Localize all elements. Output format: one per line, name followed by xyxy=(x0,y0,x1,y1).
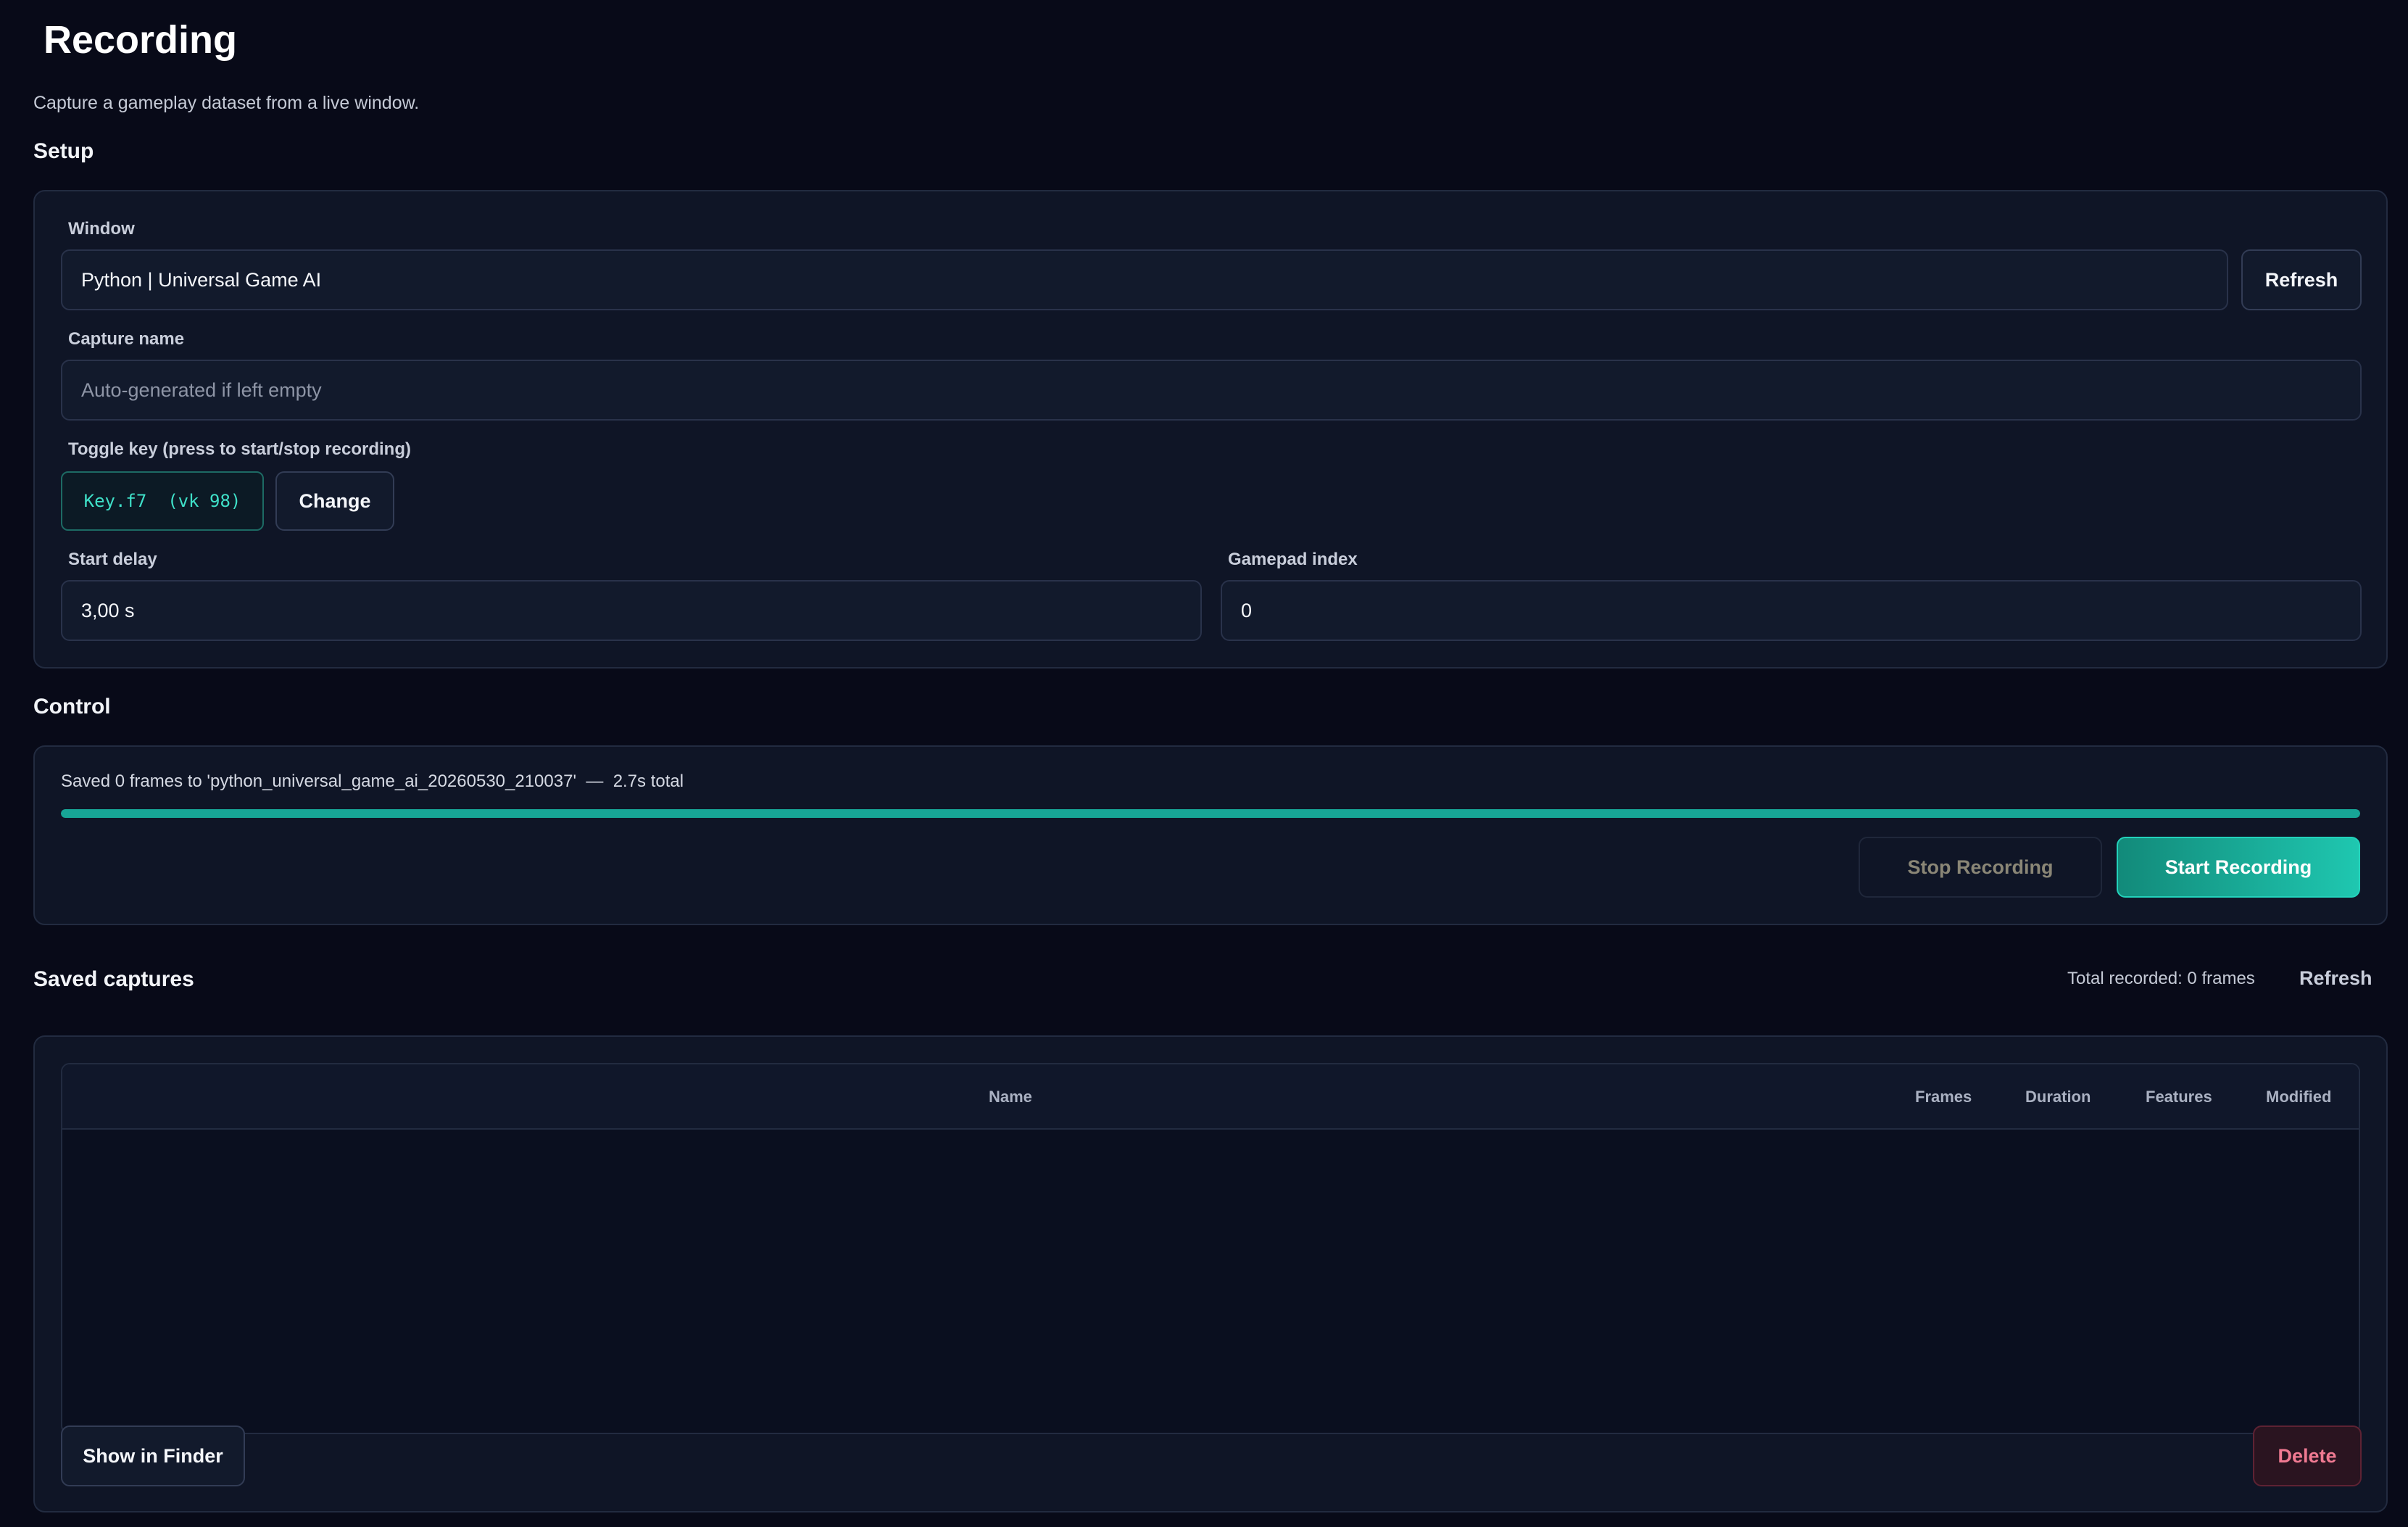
saved-captures-panel: Name Frames Duration Features Modified S… xyxy=(33,1035,2388,1512)
total-recorded-text: Total recorded: 0 frames xyxy=(2067,969,2255,988)
column-modified[interactable]: Modified xyxy=(2266,1088,2331,1106)
column-features[interactable]: Features xyxy=(2146,1088,2212,1106)
recording-progress-bar xyxy=(61,809,2360,818)
window-refresh-button[interactable]: Refresh xyxy=(2241,249,2362,310)
show-in-finder-button[interactable]: Show in Finder xyxy=(61,1425,245,1486)
change-key-button[interactable]: Change xyxy=(275,471,394,531)
start-recording-button[interactable]: Start Recording xyxy=(2117,837,2360,898)
captures-table: Name Frames Duration Features Modified xyxy=(61,1063,2360,1434)
delete-capture-button[interactable]: Delete xyxy=(2253,1425,2362,1486)
captures-refresh-button[interactable]: Refresh xyxy=(2299,967,2372,990)
recording-status: Saved 0 frames to 'python_universal_game… xyxy=(61,771,684,791)
gamepad-index-label: Gamepad index xyxy=(1228,550,1358,569)
recording-progress-fill xyxy=(61,809,2360,818)
setup-panel: Window Python | Universal Game AI Refres… xyxy=(33,190,2388,669)
control-panel: Saved 0 frames to 'python_universal_game… xyxy=(33,745,2388,925)
column-name[interactable]: Name xyxy=(989,1088,1032,1106)
setup-heading: Setup xyxy=(33,139,94,163)
window-label: Window xyxy=(68,219,135,239)
start-delay-label: Start delay xyxy=(68,550,157,569)
captures-table-header: Name Frames Duration Features Modified xyxy=(62,1064,2359,1130)
window-select[interactable]: Python | Universal Game AI xyxy=(61,249,2228,310)
control-heading: Control xyxy=(33,695,111,719)
column-frames[interactable]: Frames xyxy=(1915,1088,1972,1106)
column-duration[interactable]: Duration xyxy=(2025,1088,2091,1106)
start-delay-input[interactable]: 3,00 s xyxy=(61,580,1202,641)
gamepad-index-input[interactable]: 0 xyxy=(1221,580,2362,641)
page-title: Recording xyxy=(43,18,238,62)
page-subtitle: Capture a gameplay dataset from a live w… xyxy=(33,93,420,113)
toggle-key-label: Toggle key (press to start/stop recordin… xyxy=(68,439,411,459)
toggle-key-display: Key.f7 (vk 98) xyxy=(61,471,264,531)
recording-page: Recording Capture a gameplay dataset fro… xyxy=(0,0,2408,1527)
saved-captures-heading: Saved captures xyxy=(33,967,194,991)
capture-name-label: Capture name xyxy=(68,329,185,349)
capture-name-input[interactable]: Auto-generated if left empty xyxy=(61,360,2362,421)
stop-recording-button[interactable]: Stop Recording xyxy=(1859,837,2102,898)
